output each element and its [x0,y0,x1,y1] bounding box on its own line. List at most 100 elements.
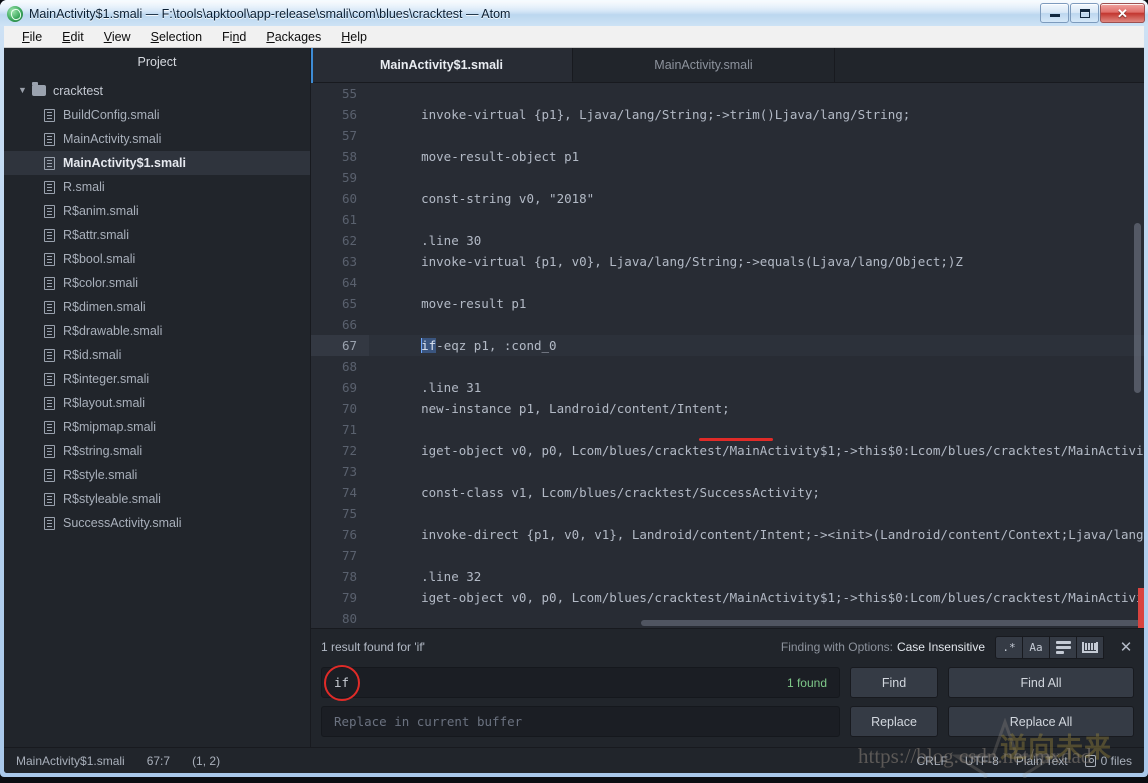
tree-file-item[interactable]: R$attr.smali [4,223,310,247]
find-input[interactable]: if 1 found [321,665,840,701]
selection-only-option-button[interactable] [1049,635,1077,659]
close-find-panel-icon[interactable]: ✕ [1118,638,1134,656]
status-selection-info: (1, 2) [192,753,221,768]
tab-mainactivity-smali[interactable]: MainActivity.smali [573,48,835,82]
status-grammar[interactable]: Plain Text [1016,754,1068,768]
maximize-button[interactable] [1070,3,1099,23]
tree-file-item[interactable]: R.smali [4,175,310,199]
code-line[interactable]: 77 [311,545,1144,566]
statusbar: MainActivity$1.smali 67:7 (1, 2) CRLF UT… [4,747,1144,773]
window-titlebar[interactable]: MainActivity$1.smali — F:\tools\apktool\… [0,0,1148,26]
tree-file-item[interactable]: R$id.smali [4,343,310,367]
code-line[interactable]: 72 iget-object v0, p0, Lcom/blues/crackt… [311,440,1144,461]
line-number: 65 [341,296,357,311]
tree-file-item[interactable]: R$drawable.smali [4,319,310,343]
tree-file-item[interactable]: R$bool.smali [4,247,310,271]
tree-file-item[interactable]: BuildConfig.smali [4,103,310,127]
replace-input[interactable]: Replace in current buffer [321,706,840,737]
menu-find[interactable]: Find [212,28,256,46]
tree-root-cracktest[interactable]: ▼ cracktest [4,78,310,103]
code-line-text: const-string v0, "2018" [391,191,595,206]
code-line[interactable]: 57 [311,125,1144,146]
code-line[interactable]: 67 if-eqz p1, :cond_0 [311,335,1144,356]
find-all-button[interactable]: Find All [948,667,1134,698]
code-line[interactable]: 74 const-class v1, Lcom/blues/cracktest/… [311,482,1144,503]
tab-mainactivity1-smali[interactable]: MainActivity$1.smali [311,48,573,82]
line-number: 62 [341,233,357,248]
tree-file-item[interactable]: MainActivity$1.smali [4,151,310,175]
code-line[interactable]: 78 .line 32 [311,566,1144,587]
code-line[interactable]: 56 invoke-virtual {p1}, Ljava/lang/Strin… [311,104,1144,125]
code-content[interactable]: 55 56 invoke-virtual {p1}, Ljava/lang/Str… [311,83,1144,628]
code-line-text: .line 30 [391,233,482,248]
line-number: 58 [341,149,357,164]
code-line[interactable]: 55 [311,83,1144,104]
status-cursor-position[interactable]: 67:7 [147,754,170,768]
editor-area[interactable]: 55 56 invoke-virtual {p1}, Ljava/lang/Str… [311,83,1144,628]
tree-file-item[interactable]: R$styleable.smali [4,487,310,511]
case-option-button[interactable]: Aa [1022,635,1050,659]
tree-file-item[interactable]: R$layout.smali [4,391,310,415]
code-line[interactable]: 79 iget-object v0, p0, Lcom/blues/crackt… [311,587,1144,608]
line-number: 75 [341,506,357,521]
code-line[interactable]: 71 [311,419,1144,440]
status-line-ending[interactable]: CRLF [916,754,947,768]
status-git-files[interactable]: 0 files [1084,754,1132,768]
tree-file-item[interactable]: R$integer.smali [4,367,310,391]
tree-file-item[interactable]: R$anim.smali [4,199,310,223]
tree-file-item[interactable]: MainActivity.smali [4,127,310,151]
minimize-button[interactable] [1040,3,1069,23]
tree-file-item[interactable]: R$mipmap.smali [4,415,310,439]
menu-edit[interactable]: Edit [52,28,94,46]
replace-button[interactable]: Replace [850,706,938,737]
code-line[interactable]: 73 [311,461,1144,482]
tree-file-item[interactable]: R$dimen.smali [4,295,310,319]
code-line[interactable]: 58 move-result-object p1 [311,146,1144,167]
chevron-down-icon[interactable]: ▼ [18,85,29,95]
code-line-text: invoke-virtual {p1}, Ljava/lang/String;-… [391,107,911,122]
tree-file-item[interactable]: R$style.smali [4,463,310,487]
code-line[interactable]: 60 const-string v0, "2018" [311,188,1144,209]
menu-help[interactable]: Help [331,28,377,46]
code-line[interactable]: 63 invoke-virtual {p1, v0}, Ljava/lang/S… [311,251,1144,272]
code-line[interactable]: 69 .line 31 [311,377,1144,398]
tree-file-item[interactable]: R$color.smali [4,271,310,295]
menu-packages[interactable]: Packages [256,28,331,46]
menu-selection[interactable]: Selection [141,28,212,46]
whole-word-option-button[interactable] [1076,635,1104,659]
code-line[interactable]: 75 [311,503,1144,524]
code-line[interactable]: 68 [311,356,1144,377]
close-icon: ✕ [1117,5,1128,21]
regex-option-button[interactable]: .* [995,635,1023,659]
code-line[interactable]: 76 invoke-direct {p1, v0, v1}, Landroid/… [311,524,1144,545]
editor-horizontal-scrollbar[interactable] [641,620,1144,626]
atom-icon [7,5,23,22]
code-line[interactable]: 70 new-instance p1, Landroid/content/Int… [311,398,1144,419]
selection-lines-icon [1055,640,1071,654]
find-button[interactable]: Find [850,667,938,698]
menu-file[interactable]: File [12,28,52,46]
editor-vertical-scrollbar[interactable] [1134,223,1141,393]
line-number: 55 [341,86,357,101]
file-icon [44,324,55,338]
tree-file-label: R$integer.smali [63,372,150,386]
tree-file-label: SuccessActivity.smali [63,516,182,530]
file-icon [44,420,55,434]
code-line[interactable]: 59 [311,167,1144,188]
line-number: 59 [341,170,357,185]
tree-file-item[interactable]: SuccessActivity.smali [4,511,310,535]
code-line[interactable]: 64 [311,272,1144,293]
code-line[interactable]: 61 [311,209,1144,230]
replace-all-button[interactable]: Replace All [948,706,1134,737]
status-encoding[interactable]: UTF-8 [965,754,999,768]
file-icon [44,252,55,266]
status-file-name[interactable]: MainActivity$1.smali [16,754,125,768]
finding-with-label: Finding with Options: [780,640,893,654]
code-line[interactable]: 65 move-result p1 [311,293,1144,314]
line-number: 79 [341,590,357,605]
code-line[interactable]: 62 .line 30 [311,230,1144,251]
menu-view[interactable]: View [94,28,141,46]
tree-file-item[interactable]: R$string.smali [4,439,310,463]
code-line[interactable]: 66 [311,314,1144,335]
close-button[interactable]: ✕ [1100,3,1145,23]
